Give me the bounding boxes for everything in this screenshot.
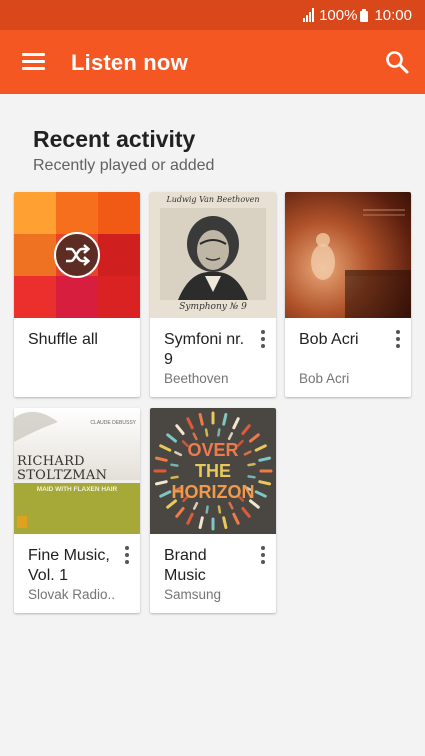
ray [241,507,251,518]
ray [228,501,234,510]
shuffle-tile [14,234,56,276]
ray [217,505,222,514]
more-vert-icon[interactable] [256,328,270,350]
ray [175,507,185,518]
section-subtitle: Recently played or added [33,157,215,174]
shuffle-icon[interactable] [54,232,100,278]
art-word-3: HORIZON [171,482,255,502]
card-subtitle: Samsung [164,587,222,602]
album-art-horizon: OVER THE HORIZON [150,408,276,534]
card-subtitle: Slovak Radio.. [28,587,116,602]
ray [222,516,228,529]
more-vert-icon[interactable] [120,544,134,566]
status-bar: 100% 10:00 [0,0,425,30]
shuffle-tile [56,192,98,234]
album-art-beethoven: Ludwig Van Beethoven Symphony № 9 [150,192,276,318]
ray [232,417,240,430]
ray [222,413,228,426]
ray [232,512,240,525]
art-album-name: MAID WITH FLAXEN HAIR [36,486,118,493]
ray [205,505,209,514]
album-art-piano [285,192,411,318]
ray [227,432,234,441]
ray [204,428,209,437]
shuffle-tile [14,276,56,318]
battery-icon [360,8,369,22]
battery-percent: 100% [319,6,358,24]
more-vert-icon[interactable] [391,328,405,350]
ray [241,424,251,435]
ray [217,428,221,437]
ray [192,501,199,510]
art-caption-bottom: Symphony № 9 [179,302,247,312]
ray [198,413,204,426]
card-title: Bob Acri [299,331,359,348]
art-artist-first: RICHARD [17,454,85,469]
shuffle-art [14,192,140,318]
card-subtitle: Bob Acri [299,371,350,386]
page-title: Listen now [71,50,188,75]
search-icon[interactable] [384,49,410,75]
album-card-bob-acri[interactable]: Bob Acri Bob Acri [285,192,411,397]
ray [192,432,198,441]
card-title: Symfoni nr. 9 [164,331,245,368]
more-vert-icon[interactable] [256,544,270,566]
app-bar: Listen now [0,30,425,94]
shuffle-all-card[interactable]: Shuffle all [14,192,140,397]
album-art-stoltzman: CLAUDE DEBUSSY RICHARD STOLTZMAN MAID WI… [14,408,140,534]
album-card-symfoni[interactable]: Ludwig Van Beethoven Symphony № 9 Symfon… [150,192,276,397]
section-title: Recent activity [33,126,196,152]
card-title: Brand Music [164,547,207,584]
ray [198,516,204,529]
signal-icon [303,8,315,22]
album-card-brand-music[interactable]: OVER THE HORIZON Brand Music Samsung [150,408,276,613]
shuffle-tile [98,192,140,234]
art-composer: CLAUDE DEBUSSY [90,420,136,426]
card-title: Shuffle all [28,331,98,348]
shuffle-tile [98,234,140,276]
shuffle-tile [98,276,140,318]
ray [175,424,185,435]
ray [186,417,194,430]
ray [186,512,194,525]
card-subtitle: Beethoven [164,371,229,386]
clock: 10:00 [374,6,412,24]
shuffle-tile [56,276,98,318]
menu-icon[interactable] [22,53,45,71]
art-caption-top: Ludwig Van Beethoven [166,195,260,204]
shuffle-tile [14,192,56,234]
art-word-2: THE [195,461,231,481]
art-artist-last: STOLTZMAN [17,468,108,483]
art-word-1: OVER [187,440,239,460]
card-title: Fine Music, Vol. 1 [28,547,110,584]
album-card-fine-music[interactable]: CLAUDE DEBUSSY RICHARD STOLTZMAN MAID WI… [14,408,140,613]
